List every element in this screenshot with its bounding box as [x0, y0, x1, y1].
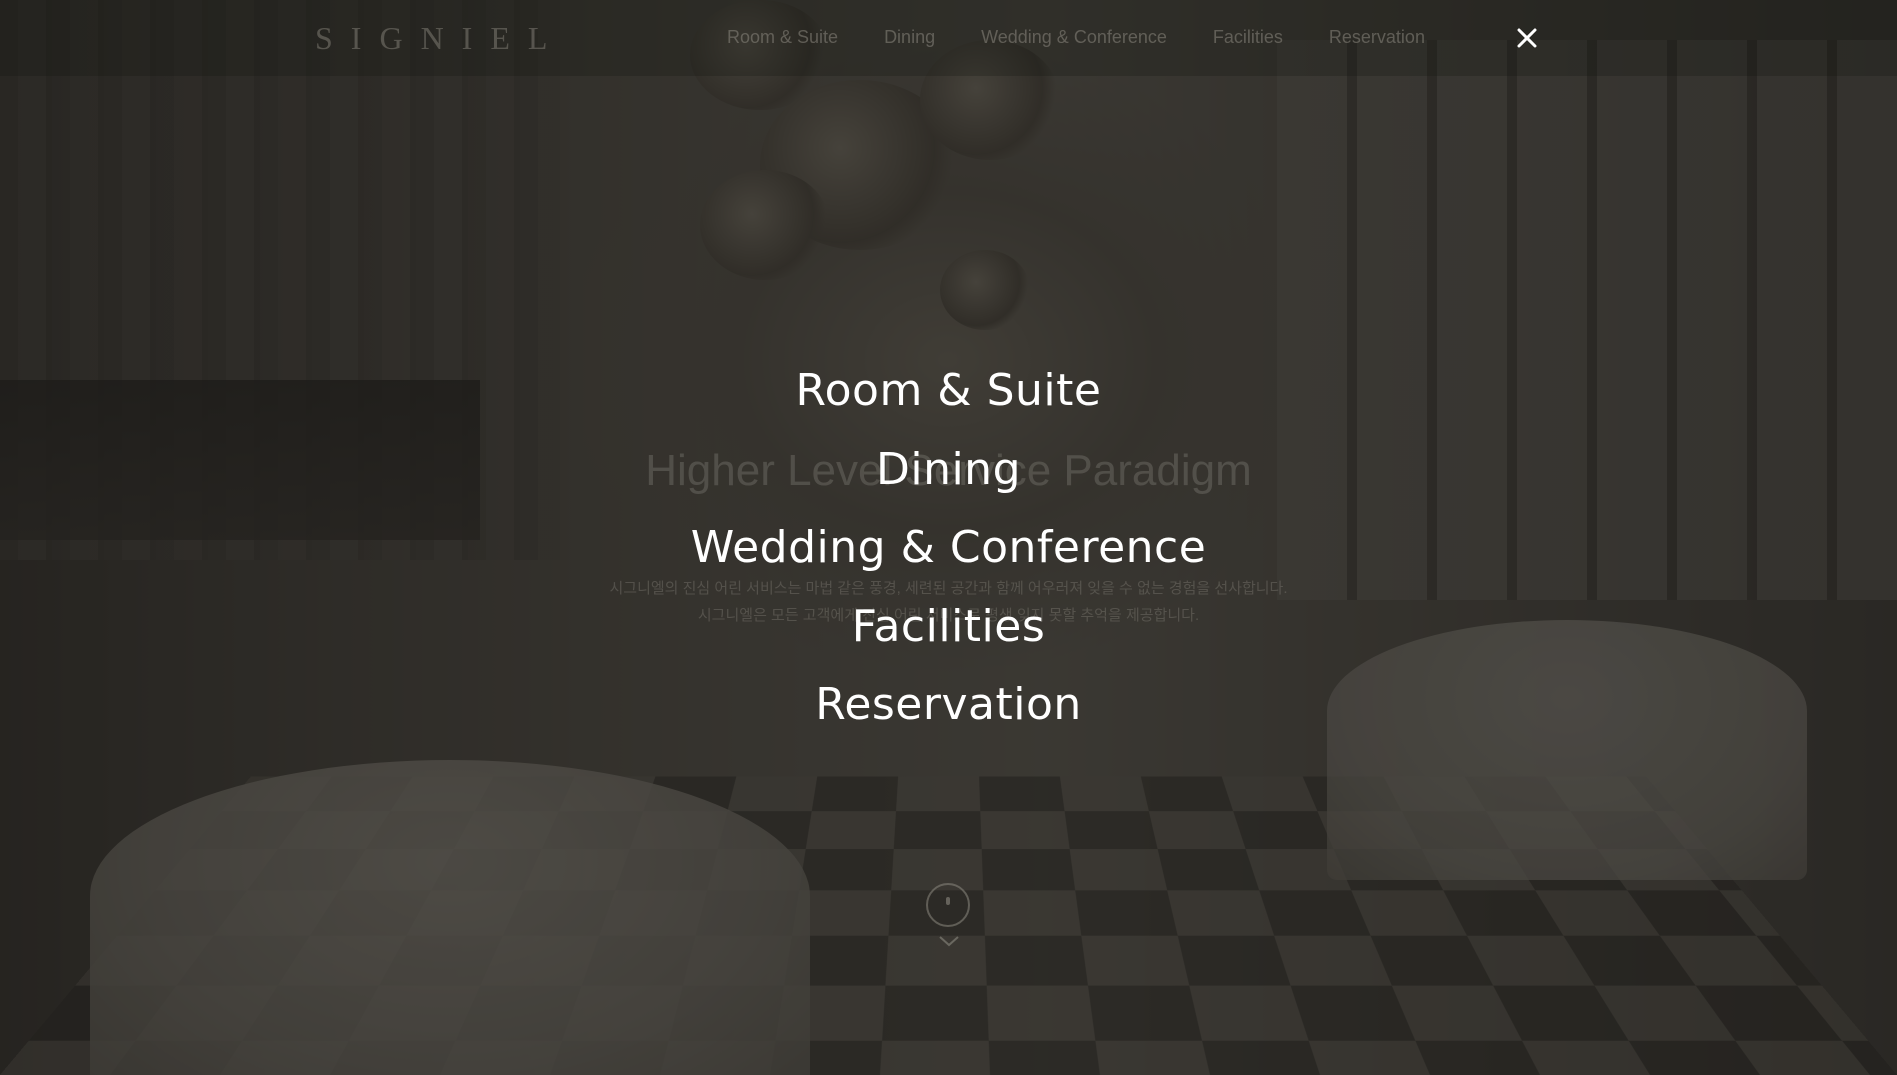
top-nav-room-suite[interactable]: Room & Suite	[727, 27, 838, 48]
menu-item-dining[interactable]: Dining	[876, 431, 1021, 510]
menu-item-facilities[interactable]: Facilities	[852, 588, 1046, 667]
top-nav-facilities[interactable]: Facilities	[1213, 27, 1283, 48]
mouse-scroll-icon[interactable]	[926, 883, 970, 927]
top-nav: Room & Suite Dining Wedding & Conference…	[727, 27, 1425, 48]
site-header: SIGNIEL Room & Suite Dining Wedding & Co…	[0, 0, 1897, 76]
top-nav-reservation[interactable]: Reservation	[1329, 27, 1425, 48]
close-menu-button[interactable]	[1513, 24, 1541, 52]
close-icon	[1517, 28, 1537, 48]
top-nav-dining[interactable]: Dining	[884, 27, 935, 48]
chevron-down-icon[interactable]	[937, 934, 961, 948]
top-nav-wedding-conference[interactable]: Wedding & Conference	[981, 27, 1167, 48]
menu-item-wedding-conference[interactable]: Wedding & Conference	[691, 509, 1207, 588]
page: Higher Level Service Paradigm 시그니엘의 진심 어…	[0, 0, 1897, 1075]
logo[interactable]: SIGNIEL	[315, 20, 565, 57]
menu-item-room-suite[interactable]: Room & Suite	[796, 352, 1102, 431]
menu-item-reservation[interactable]: Reservation	[815, 666, 1082, 745]
overlay-menu: Room & Suite Dining Wedding & Conference…	[0, 352, 1897, 745]
